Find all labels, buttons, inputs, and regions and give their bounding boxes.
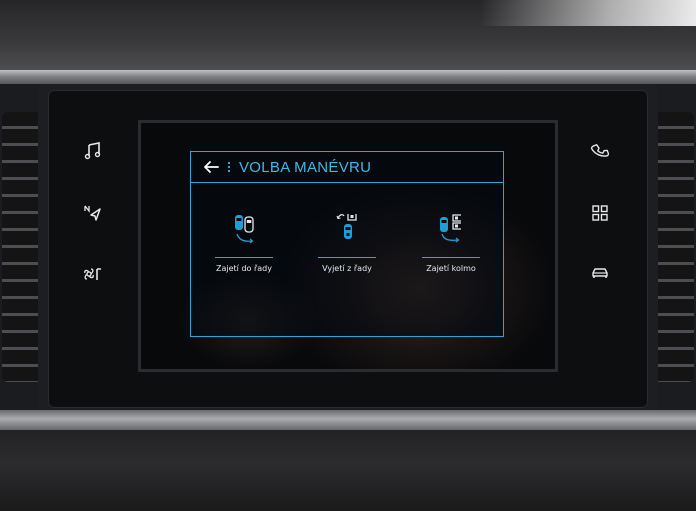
car-icon	[592, 268, 608, 278]
option-parallel-park-out[interactable]: Vyjetí z řady	[311, 212, 383, 292]
phone-icon	[590, 144, 610, 157]
phone-icon[interactable]	[586, 137, 614, 165]
apps-grid-icon[interactable]	[586, 199, 614, 227]
back-arrow-icon	[204, 161, 219, 173]
music-note-icon[interactable]	[79, 137, 107, 165]
apps-grid-icon	[592, 205, 608, 221]
navigation-icon	[84, 205, 101, 221]
air-vent-right	[654, 112, 694, 382]
option-parallel-park-in[interactable]: Zajetí do řady	[208, 212, 280, 292]
maneuver-selection-panel: VOLBA MANÉVRU Zajetí do řady Vyjetí z řa…	[190, 151, 504, 337]
option-underline	[318, 257, 376, 258]
dashboard-bottom	[0, 430, 696, 511]
maneuver-options: Zajetí do řady Vyjetí z řady Zajetí kolm…	[191, 212, 503, 292]
option-label: Vyjetí z řady	[322, 264, 372, 273]
air-vent-left	[2, 112, 42, 382]
option-perpendicular-park[interactable]: Zajetí kolmo	[415, 212, 487, 292]
option-label: Zajetí do řady	[216, 264, 272, 273]
option-underline	[215, 257, 273, 258]
back-arrow-icon[interactable]	[199, 155, 223, 179]
windshield-glare	[480, 0, 696, 26]
panel-header: VOLBA MANÉVRU	[191, 152, 503, 183]
music-note-icon	[84, 142, 101, 160]
option-label: Zajetí kolmo	[426, 264, 476, 273]
page-title: VOLBA MANÉVRU	[239, 158, 372, 176]
separator-dots-icon	[225, 159, 233, 175]
fan-climate-icon[interactable]	[79, 260, 107, 288]
chrome-trim-top	[0, 70, 696, 84]
touchscreen: VOLBA MANÉVRU Zajetí do řady Vyjetí z řa…	[138, 120, 558, 372]
navigation-icon[interactable]	[79, 199, 107, 227]
parallel-park-out-icon	[327, 212, 367, 252]
fan-climate-icon	[84, 268, 101, 280]
option-underline	[422, 257, 480, 258]
perpendicular-park-icon	[431, 212, 471, 252]
chrome-trim-bottom	[0, 410, 696, 432]
car-icon[interactable]	[586, 259, 614, 287]
parallel-park-in-icon	[224, 212, 264, 252]
